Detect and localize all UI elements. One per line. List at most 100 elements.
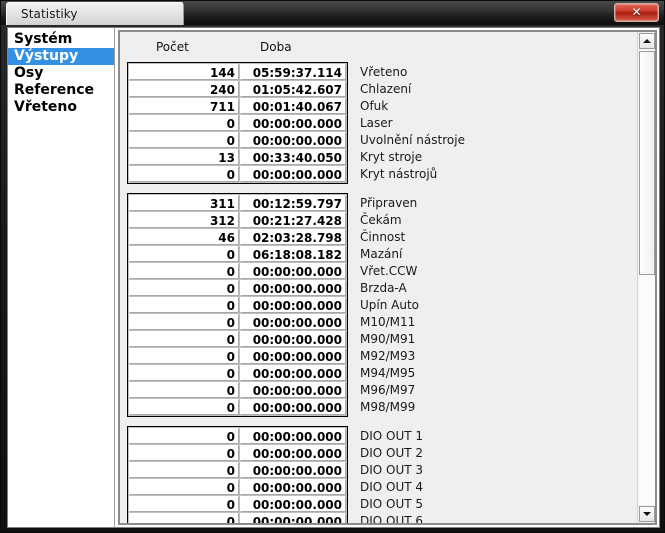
row-label: M10/M11 (360, 314, 630, 330)
row-label: M94/M95 (360, 365, 630, 381)
count-value: 0 (129, 115, 239, 131)
row-label: M98/M99 (360, 399, 630, 415)
sidebar-item-label: Systém (14, 31, 72, 47)
table-row: 1300:33:40.050 (128, 149, 347, 165)
column-header-count: Počet (156, 40, 189, 54)
row-label: Mazání (360, 246, 630, 262)
row-label: Chlazení (360, 81, 630, 97)
table-row: 31200:21:27.428 (128, 212, 347, 228)
time-value: 00:00:00.000 (240, 428, 346, 444)
row-label: DIO OUT 2 (360, 445, 630, 461)
table-row: 000:00:00.000 (128, 462, 347, 478)
count-value: 0 (129, 428, 239, 444)
title-bar[interactable]: Statistiky ✕ (1, 1, 665, 25)
statistics-group-labels-0: VřetenoChlazeníOfukLaserUvolnění nástroj… (360, 64, 630, 183)
time-value: 00:33:40.050 (240, 149, 346, 165)
row-label: Kryt nástrojů (360, 166, 630, 182)
table-row: 000:00:00.000 (128, 314, 347, 330)
column-headers: Počet Doba (120, 40, 637, 58)
row-label: M96/M97 (360, 382, 630, 398)
table-row: 14405:59:37.114 (128, 64, 347, 80)
category-list[interactable]: SystémVýstupyOsyReferenceVřeteno (8, 28, 115, 527)
window-title: Statistiky (21, 7, 78, 21)
count-value: 0 (129, 479, 239, 495)
scrollbar-thumb[interactable] (639, 51, 655, 275)
sidebar-item-0[interactable]: Systém (8, 31, 114, 48)
row-label: DIO OUT 5 (360, 496, 630, 512)
count-value: 0 (129, 314, 239, 330)
time-value: 02:03:28.798 (240, 229, 346, 245)
count-value: 312 (129, 212, 239, 228)
count-value: 0 (129, 382, 239, 398)
close-icon: ✕ (615, 5, 658, 19)
count-value: 0 (129, 365, 239, 381)
vertical-scrollbar[interactable] (637, 32, 655, 523)
sidebar-item-label: Reference (14, 82, 94, 98)
row-label: Čekám (360, 212, 630, 228)
count-value: 0 (129, 513, 239, 523)
row-label: DIO OUT 1 (360, 428, 630, 444)
close-button[interactable]: ✕ (614, 3, 659, 22)
table-row: 000:00:00.000 (128, 479, 347, 495)
triangle-up-icon (643, 39, 651, 43)
count-value: 144 (129, 64, 239, 80)
count-value: 0 (129, 166, 239, 182)
statistics-group-labels-1: PřipravenČekámČinnostMazáníVřet.CCWBrzda… (360, 195, 630, 416)
time-value: 00:00:00.000 (240, 348, 346, 364)
triangle-down-icon (643, 512, 651, 516)
time-value: 00:00:00.000 (240, 166, 346, 182)
sidebar-item-4[interactable]: Vřeteno (8, 99, 114, 116)
row-label: M90/M91 (360, 331, 630, 347)
table-row: 000:00:00.000 (128, 115, 347, 131)
table-row: 24001:05:42.607 (128, 81, 347, 97)
statistics-scroll-content: Počet Doba 14405:59:37.11424001:05:42.60… (120, 32, 637, 523)
sidebar-item-2[interactable]: Osy (8, 65, 114, 82)
count-value: 0 (129, 297, 239, 313)
table-row: 000:00:00.000 (128, 382, 347, 398)
table-row: 000:00:00.000 (128, 297, 347, 313)
client-area: SystémVýstupyOsyReferenceVřeteno Počet D… (7, 27, 660, 528)
time-value: 00:21:27.428 (240, 212, 346, 228)
row-label: Ofuk (360, 98, 630, 114)
statistics-group-2: 000:00:00.000000:00:00.000000:00:00.0000… (127, 426, 348, 523)
count-value: 240 (129, 81, 239, 97)
sidebar-item-label: Vřeteno (14, 99, 77, 115)
time-value: 00:00:00.000 (240, 314, 346, 330)
table-row: 000:00:00.000 (128, 513, 347, 523)
table-row: 000:00:00.000 (128, 166, 347, 182)
count-value: 0 (129, 280, 239, 296)
sidebar-item-1[interactable]: Výstupy (8, 48, 114, 65)
row-label: DIO OUT 6 (360, 513, 630, 523)
scroll-down-button[interactable] (639, 506, 655, 522)
window-title-tab: Statistiky (6, 2, 184, 25)
table-row: 000:00:00.000 (128, 331, 347, 347)
time-value: 00:00:00.000 (240, 280, 346, 296)
time-value: 00:00:00.000 (240, 365, 346, 381)
time-value: 00:00:00.000 (240, 513, 346, 523)
row-label: Uvolnění nástroje (360, 132, 630, 148)
table-row: 006:18:08.182 (128, 246, 347, 262)
sidebar-item-label: Osy (14, 65, 43, 81)
sidebar-item-3[interactable]: Reference (8, 82, 114, 99)
count-value: 0 (129, 331, 239, 347)
row-label: Vřeteno (360, 64, 630, 80)
time-value: 00:00:00.000 (240, 445, 346, 461)
time-value: 00:00:00.000 (240, 115, 346, 131)
count-value: 13 (129, 149, 239, 165)
time-value: 00:00:00.000 (240, 382, 346, 398)
table-row: 000:00:00.000 (128, 132, 347, 148)
row-label: DIO OUT 3 (360, 462, 630, 478)
row-label: Připraven (360, 195, 630, 211)
statistics-group-1: 31100:12:59.79731200:21:27.4284602:03:28… (127, 193, 348, 417)
row-label: Laser (360, 115, 630, 131)
time-value: 00:00:00.000 (240, 297, 346, 313)
row-label: Kryt stroje (360, 149, 630, 165)
time-value: 00:00:00.000 (240, 462, 346, 478)
time-value: 01:05:42.607 (240, 81, 346, 97)
time-value: 00:12:59.797 (240, 195, 346, 211)
time-value: 05:59:37.114 (240, 64, 346, 80)
time-value: 00:00:00.000 (240, 263, 346, 279)
count-value: 0 (129, 348, 239, 364)
scroll-up-button[interactable] (639, 33, 655, 49)
table-row: 000:00:00.000 (128, 263, 347, 279)
